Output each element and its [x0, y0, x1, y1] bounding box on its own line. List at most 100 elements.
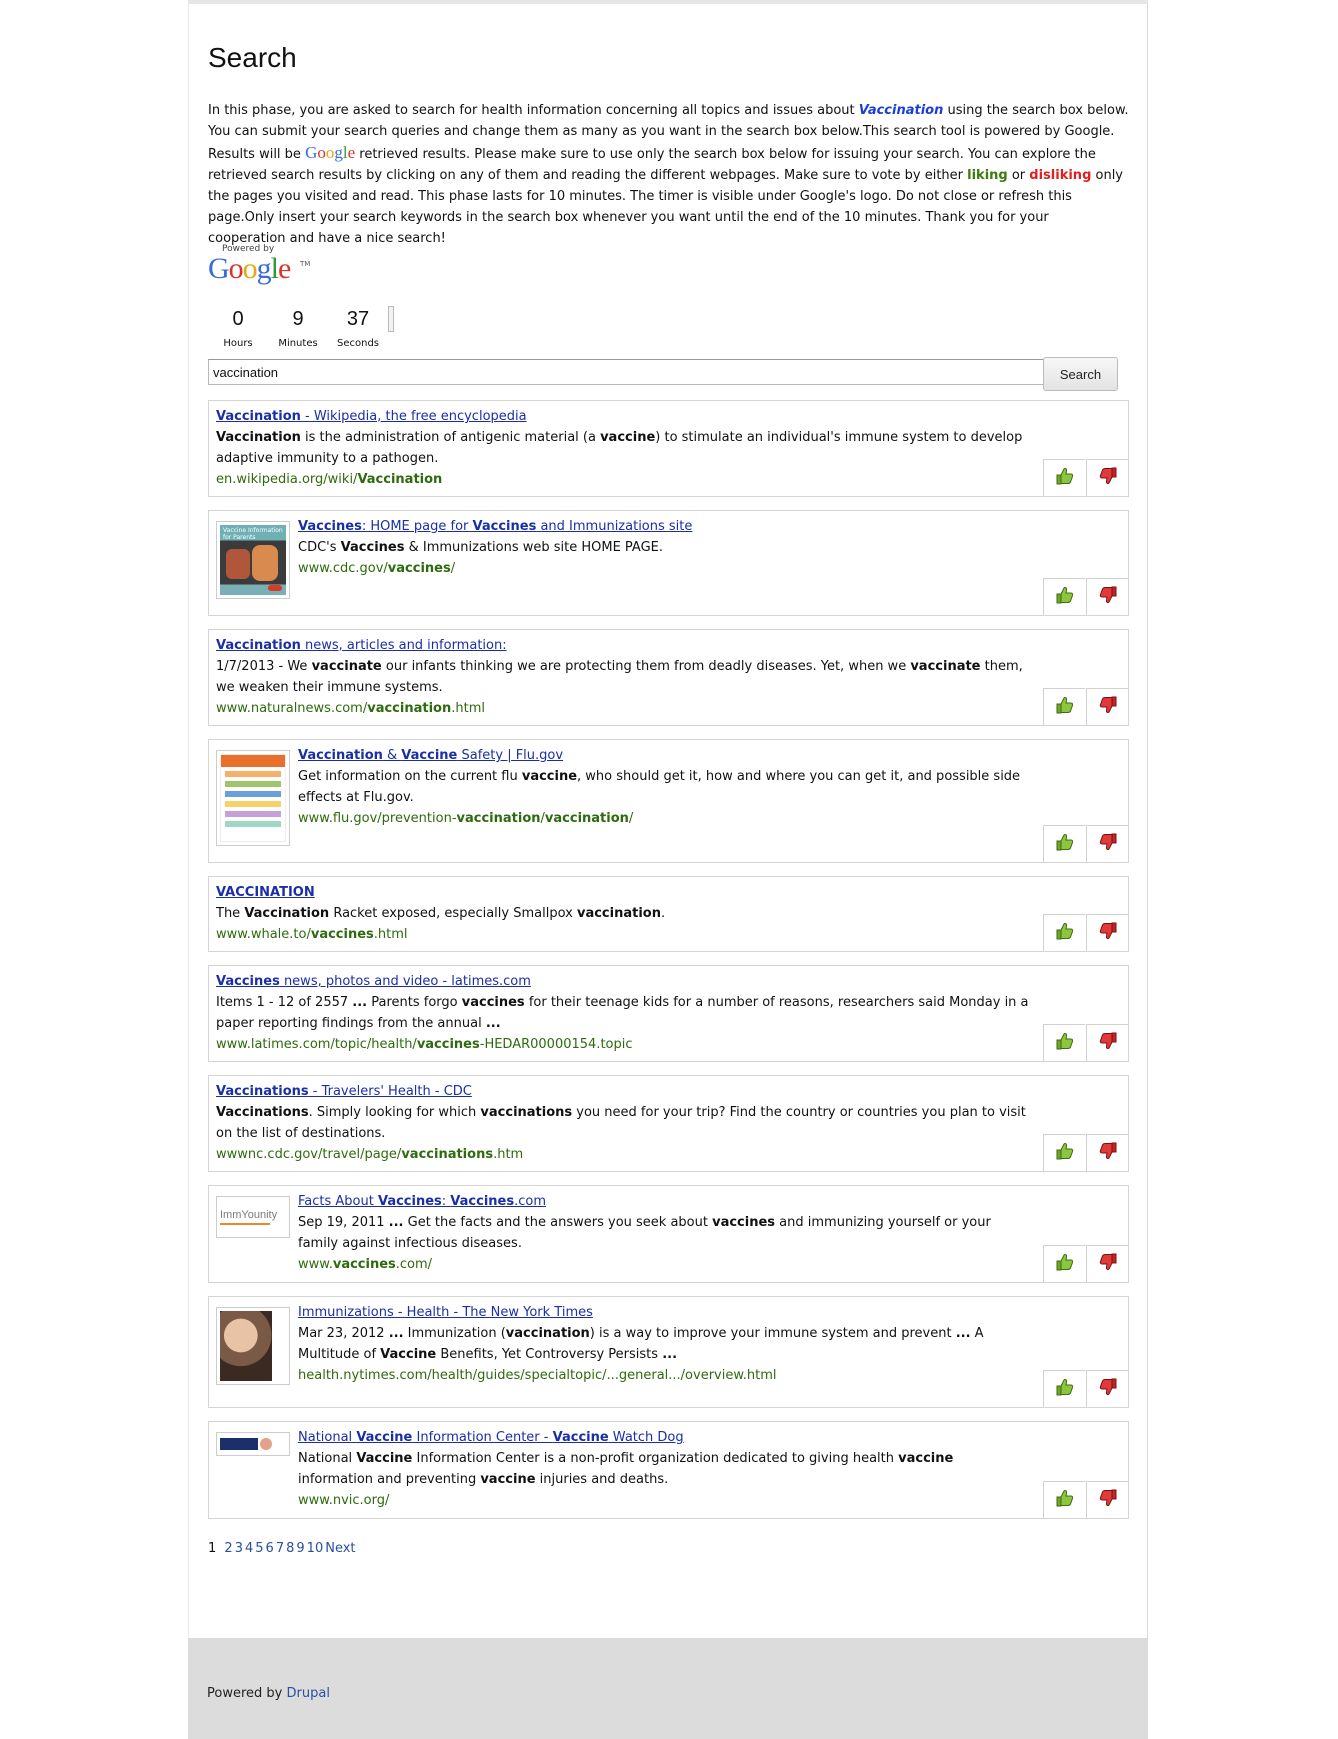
thumbs-up-icon [1055, 466, 1075, 490]
vote-controls [1043, 688, 1128, 725]
page-link[interactable]: 2 [224, 1541, 232, 1556]
result-title-link[interactable]: Vaccination - Wikipedia, the free encycl… [216, 407, 1032, 427]
timer-seconds-label: Seconds [336, 338, 379, 349]
drupal-link[interactable]: Drupal [287, 1686, 330, 1701]
like-button[interactable] [1043, 688, 1085, 725]
search-result: Vaccination news, articles and informati… [208, 629, 1129, 726]
vote-controls [1043, 825, 1128, 862]
vote-controls [1043, 1370, 1128, 1407]
result-title-link[interactable]: Vaccination & Vaccine Safety | Flu.gov [298, 746, 1032, 766]
search-result: Vaccine Information for Parents Vaccines… [208, 510, 1129, 616]
vote-controls [1043, 1024, 1128, 1061]
result-thumbnail[interactable] [216, 1432, 290, 1456]
like-button[interactable] [1043, 1245, 1085, 1282]
dislike-button[interactable] [1086, 1245, 1128, 1282]
thumbs-down-icon [1098, 466, 1118, 490]
thumbs-down-icon [1098, 1252, 1118, 1276]
google-inline-logo: Google [305, 143, 356, 162]
page-link[interactable]: 9 [296, 1541, 304, 1556]
like-button[interactable] [1043, 459, 1085, 496]
result-thumbnail[interactable]: ImmYounity [216, 1196, 290, 1238]
intro-part: In this phase, you are asked to search f… [208, 103, 859, 118]
next-page-link[interactable]: Next [325, 1541, 355, 1556]
timer-minutes-label: Minutes [278, 338, 318, 349]
result-snippet: Sep 19, 2011 ... Get the facts and the a… [298, 1215, 991, 1251]
countdown-timer: 0 Hours 9 Minutes 37 Seconds [208, 304, 394, 349]
dislike-button[interactable] [1086, 825, 1128, 862]
thumbs-up-icon [1055, 921, 1075, 945]
thumbs-down-icon [1098, 1377, 1118, 1401]
like-button[interactable] [1043, 578, 1085, 615]
like-button[interactable] [1043, 1024, 1085, 1061]
result-url: www.naturalnews.com/vaccination.html [216, 701, 485, 716]
search-input[interactable] [208, 359, 1044, 385]
like-button[interactable] [1043, 1134, 1085, 1171]
thumb-caption: ImmYounity [220, 1209, 278, 1221]
search-result: ImmYounity Facts About Vaccines: Vaccine… [208, 1185, 1129, 1283]
result-title-link[interactable]: Vaccines: HOME page for Vaccines and Imm… [298, 517, 1032, 537]
dislike-button[interactable] [1086, 1134, 1128, 1171]
result-url: www.whale.to/vaccines.html [216, 927, 408, 942]
result-snippet: The Vaccination Racket exposed, especial… [216, 906, 666, 921]
result-title-link[interactable]: National Vaccine Information Center - Va… [298, 1428, 1032, 1448]
result-title-link[interactable]: Vaccination news, articles and informati… [216, 636, 1032, 656]
thumbs-up-icon [1055, 1141, 1075, 1165]
like-button[interactable] [1043, 1370, 1085, 1407]
intro-liking: liking [967, 168, 1008, 183]
thumbs-down-icon [1098, 1031, 1118, 1055]
result-snippet: Vaccination is the administration of ant… [216, 430, 1023, 466]
vote-controls [1043, 1134, 1128, 1171]
dislike-button[interactable] [1086, 1481, 1128, 1518]
page-link[interactable]: 8 [286, 1541, 294, 1556]
timer-minutes-value: 9 [292, 308, 304, 330]
timer-hours: 0 Hours [208, 304, 268, 349]
page-link[interactable]: 10 [307, 1541, 324, 1556]
result-url: www.flu.gov/prevention-vaccination/vacci… [298, 811, 634, 826]
like-button[interactable] [1043, 825, 1085, 862]
result-thumbnail[interactable] [216, 750, 290, 846]
vote-controls [1043, 1245, 1128, 1282]
page-current: 1 [208, 1541, 217, 1556]
page-column: Search In this phase, you are asked to s… [188, 0, 1148, 1739]
result-title-link[interactable]: Facts About Vaccines: Vaccines.com [298, 1192, 1032, 1212]
intro-part: or [1007, 168, 1030, 183]
result-title-link[interactable]: Vaccines news, photos and video - latime… [216, 972, 1032, 992]
page-link[interactable]: 7 [276, 1541, 284, 1556]
page-link[interactable]: 4 [245, 1541, 253, 1556]
dislike-button[interactable] [1086, 1370, 1128, 1407]
result-thumbnail[interactable] [216, 1307, 290, 1385]
timer-hours-label: Hours [223, 338, 253, 349]
result-url: www.vaccines.com/ [298, 1257, 433, 1272]
dislike-button[interactable] [1086, 688, 1128, 725]
intro-topic: Vaccination [858, 103, 944, 118]
vote-controls [1043, 459, 1128, 496]
like-button[interactable] [1043, 914, 1085, 951]
timer-seconds-value: 37 [346, 308, 370, 330]
thumbs-up-icon [1055, 585, 1075, 609]
result-title-link[interactable]: VACCINATION [216, 883, 1032, 903]
result-title-link[interactable]: Vaccinations - Travelers' Health - CDC [216, 1082, 1032, 1102]
thumbs-down-icon [1098, 832, 1118, 856]
timer-seconds: 37 Seconds [328, 304, 388, 349]
page-link[interactable]: 6 [266, 1541, 274, 1556]
page-link[interactable]: 3 [235, 1541, 243, 1556]
dislike-button[interactable] [1086, 459, 1128, 496]
dislike-button[interactable] [1086, 914, 1128, 951]
timer-minutes: 9 Minutes [268, 304, 328, 349]
vote-controls [1043, 914, 1128, 951]
dislike-button[interactable] [1086, 578, 1128, 615]
thumbs-up-icon [1055, 1488, 1075, 1512]
dislike-button[interactable] [1086, 1024, 1128, 1061]
timer-hours-value: 0 [232, 308, 244, 330]
like-button[interactable] [1043, 1481, 1085, 1518]
thumbs-down-icon [1098, 1488, 1118, 1512]
search-button[interactable]: Search [1043, 357, 1118, 391]
result-title-link[interactable]: Immunizations - Health - The New York Ti… [298, 1303, 1032, 1323]
search-bar: Search [208, 357, 1129, 391]
thumbs-up-icon [1055, 1031, 1075, 1055]
result-url: www.latimes.com/topic/health/vaccines-HE… [216, 1037, 633, 1052]
result-thumbnail[interactable]: Vaccine Information for Parents [216, 521, 290, 599]
search-result: Vaccination - Wikipedia, the free encycl… [208, 400, 1129, 497]
page-link[interactable]: 5 [255, 1541, 263, 1556]
search-result: Vaccines news, photos and video - latime… [208, 965, 1129, 1062]
